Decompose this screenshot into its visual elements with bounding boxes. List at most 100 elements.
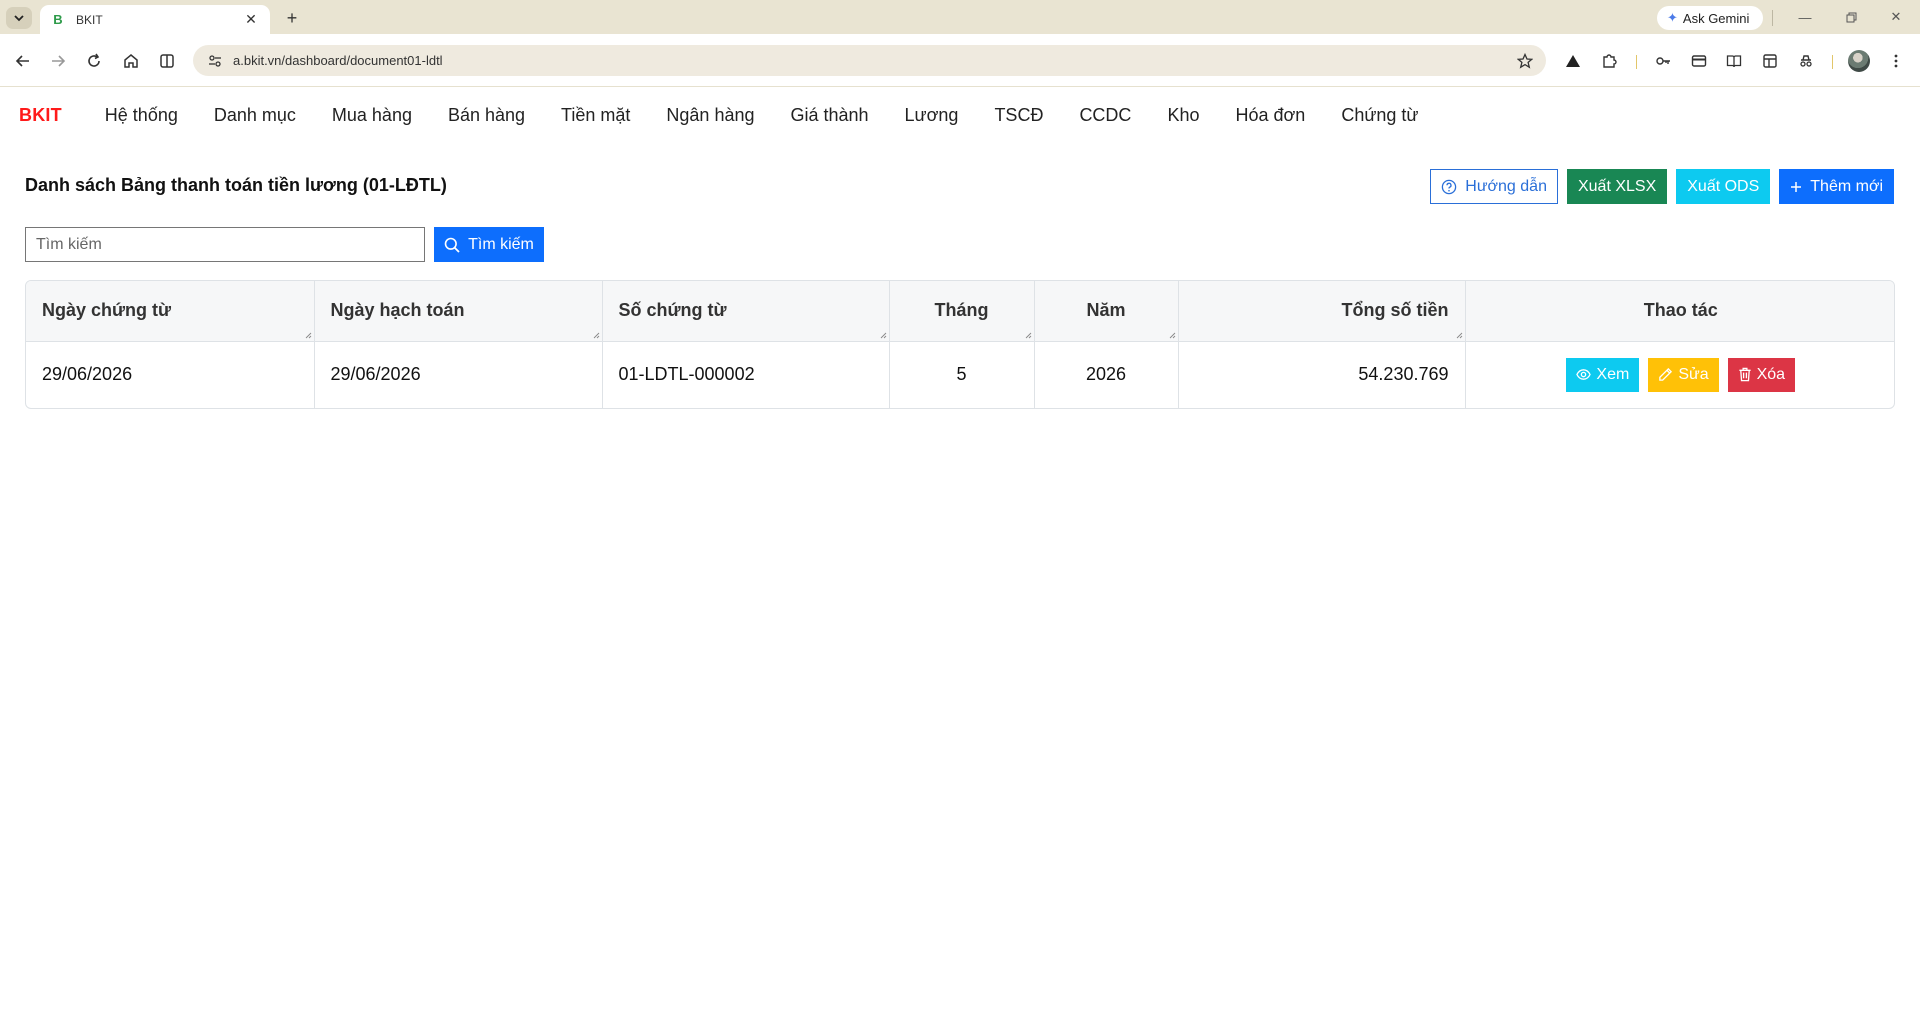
edit-label: Sửa — [1678, 365, 1709, 383]
menu-item-danh-muc[interactable]: Danh mục — [196, 105, 314, 126]
reload-button[interactable] — [81, 48, 107, 74]
resize-grip-icon[interactable] — [305, 332, 312, 339]
menu-item-kho[interactable]: Kho — [1149, 105, 1217, 126]
page-title: Danh sách Bảng thanh toán tiền lương (01… — [25, 175, 447, 195]
favicon-icon: B — [53, 12, 63, 27]
guide-label: Hướng dẫn — [1465, 177, 1547, 195]
payroll-table: Ngày chứng từ Ngày hạch toán Số chứng từ… — [25, 280, 1895, 409]
chevron-down-icon — [14, 15, 24, 22]
column-header-nam[interactable]: Năm — [1034, 281, 1179, 342]
tab-groups-icon[interactable] — [1757, 48, 1783, 74]
reading-mode-icon[interactable] — [1721, 48, 1747, 74]
browser-tab[interactable]: B BKIT ✕ — [40, 5, 270, 34]
column-label: Ngày chứng từ — [42, 300, 172, 321]
profile-avatar[interactable] — [1848, 50, 1870, 72]
view-button[interactable]: Xem — [1566, 357, 1640, 392]
search-button[interactable]: Tìm kiếm — [434, 227, 544, 262]
menu-item-ban-hang[interactable]: Bán hàng — [430, 105, 543, 126]
extensions-puzzle-icon[interactable] — [1596, 48, 1622, 74]
divider — [1772, 10, 1773, 26]
column-header-ngay-hach-toan[interactable]: Ngày hạch toán — [314, 281, 603, 342]
address-bar[interactable]: a.bkit.vn/dashboard/document01-ldtl — [193, 45, 1546, 76]
incognito-icon[interactable] — [1793, 48, 1819, 74]
view-label: Xem — [1596, 365, 1630, 383]
new-tab-button[interactable]: + — [282, 8, 302, 28]
divider — [1832, 55, 1833, 69]
forward-button[interactable] — [45, 48, 71, 74]
guide-button[interactable]: Hướng dẫn — [1430, 169, 1558, 204]
menu-item-ngan-hang[interactable]: Ngân hàng — [648, 105, 772, 126]
tab-title: BKIT — [76, 12, 103, 27]
menu-item-gia-thanh[interactable]: Giá thành — [772, 105, 886, 126]
arrow-left-icon — [15, 55, 29, 67]
cell-thao-tac: Xem Sửa Xóa — [1465, 341, 1894, 408]
delete-button[interactable]: Xóa — [1727, 357, 1796, 392]
more-menu-icon[interactable] — [1883, 48, 1909, 74]
menu-item-mua-hang[interactable]: Mua hàng — [314, 105, 430, 126]
home-button[interactable] — [118, 48, 144, 74]
resize-grip-icon[interactable] — [1169, 332, 1176, 339]
cell-thang: 5 — [889, 341, 1035, 408]
trash-icon — [1738, 367, 1752, 382]
export-xlsx-button[interactable]: Xuất XLSX — [1566, 169, 1668, 204]
sparkle-icon: ✦ — [1667, 10, 1678, 25]
close-tab-icon[interactable]: ✕ — [242, 11, 260, 29]
column-header-thang[interactable]: Tháng — [889, 281, 1035, 342]
page-content: BKIT Hệ thống Danh mục Mua hàng Bán hàng… — [0, 88, 1920, 1032]
column-header-so-chung-tu[interactable]: Số chứng từ — [602, 281, 890, 342]
column-header-ngay-chung-tu[interactable]: Ngày chứng từ — [26, 281, 315, 342]
payment-card-icon[interactable] — [1686, 48, 1712, 74]
cell-so-chung-tu: 01-LDTL-000002 — [602, 341, 890, 408]
column-label: Năm — [1086, 300, 1126, 321]
minimize-button[interactable]: — — [1790, 6, 1820, 28]
reload-icon — [88, 53, 100, 67]
bookmark-star-icon[interactable] — [1512, 48, 1538, 74]
add-new-button[interactable]: Thêm mới — [1779, 169, 1894, 204]
resize-grip-icon[interactable] — [593, 332, 600, 339]
menu-item-luong[interactable]: Lương — [887, 105, 977, 126]
row-actions: Xem Sửa Xóa — [1482, 357, 1881, 392]
browser-tabbar: B BKIT ✕ + ✦ Ask Gemini — ✕ — [0, 0, 1920, 34]
menu-item-he-thong[interactable]: Hệ thống — [87, 105, 196, 126]
split-view-button[interactable] — [154, 48, 180, 74]
restore-icon — [1846, 12, 1856, 22]
extension-triangle-icon[interactable] — [1560, 48, 1586, 74]
menu-item-hoa-don[interactable]: Hóa đơn — [1217, 105, 1323, 126]
main-menu: BKIT Hệ thống Danh mục Mua hàng Bán hàng… — [0, 88, 1920, 142]
edit-button[interactable]: Sửa — [1648, 357, 1719, 392]
column-label: Thao tác — [1643, 300, 1718, 321]
cell-ngay-chung-tu: 29/06/2026 — [26, 341, 315, 408]
column-header-tong-so-tien[interactable]: Tổng số tiền — [1178, 281, 1466, 342]
resize-grip-icon[interactable] — [1456, 332, 1463, 339]
cell-ngay-hach-toan: 29/06/2026 — [314, 341, 603, 408]
column-label: Số chứng từ — [618, 300, 727, 321]
pencil-icon — [1658, 367, 1673, 382]
search-icon — [444, 237, 460, 253]
cell-tong-so-tien: 54.230.769 — [1178, 341, 1466, 408]
split-view-icon — [160, 54, 174, 68]
menu-item-tien-mat[interactable]: Tiền mặt — [543, 105, 648, 126]
table-row: 29/06/2026 29/06/2026 01-LDTL-000002 5 2… — [26, 341, 1894, 408]
table-header-row: Ngày chứng từ Ngày hạch toán Số chứng từ… — [26, 281, 1894, 342]
resize-grip-icon[interactable] — [880, 332, 887, 339]
ask-gemini-button[interactable]: ✦ Ask Gemini — [1657, 6, 1763, 30]
tab-list-button[interactable] — [6, 7, 32, 29]
site-settings-icon[interactable] — [205, 51, 225, 71]
help-circle-icon — [1441, 179, 1457, 195]
cell-nam: 2026 — [1034, 341, 1179, 408]
menu-item-chung-tu[interactable]: Chứng từ — [1323, 105, 1436, 126]
back-button[interactable] — [10, 48, 36, 74]
column-label: Tháng — [934, 300, 989, 321]
export-ods-button[interactable]: Xuất ODS — [1676, 169, 1771, 204]
search-input[interactable] — [25, 227, 425, 262]
restore-button[interactable] — [1836, 6, 1866, 28]
password-key-icon[interactable] — [1650, 48, 1676, 74]
home-icon — [124, 54, 138, 68]
resize-grip-icon[interactable] — [1025, 332, 1032, 339]
brand-logo[interactable]: BKIT — [19, 105, 62, 126]
url-text[interactable]: a.bkit.vn/dashboard/document01-ldtl — [233, 53, 1512, 68]
column-label: Tổng số tiền — [1341, 300, 1449, 321]
menu-item-tscd[interactable]: TSCĐ — [976, 105, 1061, 126]
menu-item-ccdc[interactable]: CCDC — [1061, 105, 1149, 126]
close-window-button[interactable]: ✕ — [1881, 6, 1911, 28]
